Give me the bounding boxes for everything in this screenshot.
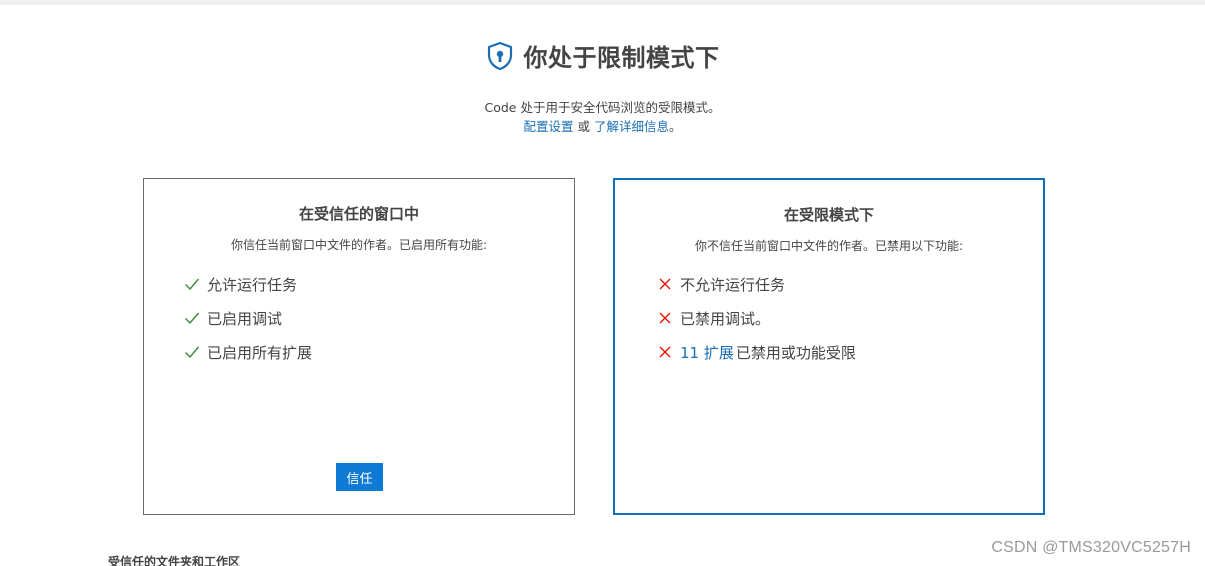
page-header: 你处于限制模式下 (0, 38, 1205, 75)
feature-label: 已禁用或功能受限 (735, 343, 856, 362)
period-text: 。 (668, 119, 682, 134)
feature-label: 允许运行任务 (207, 275, 298, 294)
trusted-card-title: 在受信任的窗口中 (298, 205, 419, 223)
trusted-feature-debug: 已启用调试 (184, 301, 312, 335)
top-strip (0, 0, 1205, 5)
learn-more-link[interactable]: 了解详细信息 (594, 119, 669, 134)
watermark: CSDN @TMS320VC5257H (991, 539, 1191, 556)
trusted-window-card: 在受信任的窗口中 你信任当前窗口中文件的作者。已启用所有功能: 允许运行任务 已… (143, 178, 575, 515)
extensions-count-link[interactable]: 11 扩展 (680, 342, 734, 363)
trusted-card-description: 你信任当前窗口中文件的作者。已启用所有功能: (230, 238, 488, 252)
trusted-feature-tasks: 允许运行任务 (184, 267, 312, 301)
x-icon (657, 276, 673, 292)
shield-lock-icon (486, 41, 514, 71)
restricted-feature-tasks: 不允许运行任务 (657, 267, 856, 301)
restricted-feature-extensions: 11 扩展 已禁用或功能受限 (657, 335, 856, 369)
feature-label: 已启用调试 (207, 309, 283, 328)
mode-description: Code 处于用于安全代码浏览的受限模式。 (484, 100, 721, 115)
x-icon (657, 310, 673, 326)
trust-button[interactable]: 信任 (336, 463, 383, 491)
restricted-feature-debug: 已禁用调试。 (657, 301, 856, 335)
mode-links: 配置设置 或 了解详细信息。 (0, 116, 1205, 135)
x-icon (657, 344, 673, 360)
trusted-feature-list: 允许运行任务 已启用调试 已启用所有扩展 (184, 267, 312, 369)
feature-label: 已禁用调试。 (680, 309, 771, 328)
restricted-mode-card: 在受限模式下 你不信任当前窗口中文件的作者。已禁用以下功能: 不允许运行任务 已… (613, 178, 1045, 515)
restricted-card-title: 在受限模式下 (783, 206, 874, 224)
trusted-feature-extensions: 已启用所有扩展 (184, 335, 312, 369)
check-icon (184, 310, 200, 326)
page-title: 你处于限制模式下 (523, 44, 720, 72)
restricted-card-description: 你不信任当前窗口中文件的作者。已禁用以下功能: (694, 239, 964, 253)
trusted-folders-heading: 受信任的文件夹和工作区 (108, 555, 241, 566)
feature-label: 已启用所有扩展 (207, 343, 313, 362)
title-row: 你处于限制模式下 (486, 38, 720, 73)
feature-label: 不允许运行任务 (680, 275, 786, 294)
check-icon (184, 276, 200, 292)
check-icon (184, 344, 200, 360)
configure-settings-link[interactable]: 配置设置 (524, 119, 574, 134)
or-text: 或 (573, 119, 594, 134)
restricted-feature-list: 不允许运行任务 已禁用调试。 11 扩展 已禁用或功能受限 (657, 267, 856, 369)
